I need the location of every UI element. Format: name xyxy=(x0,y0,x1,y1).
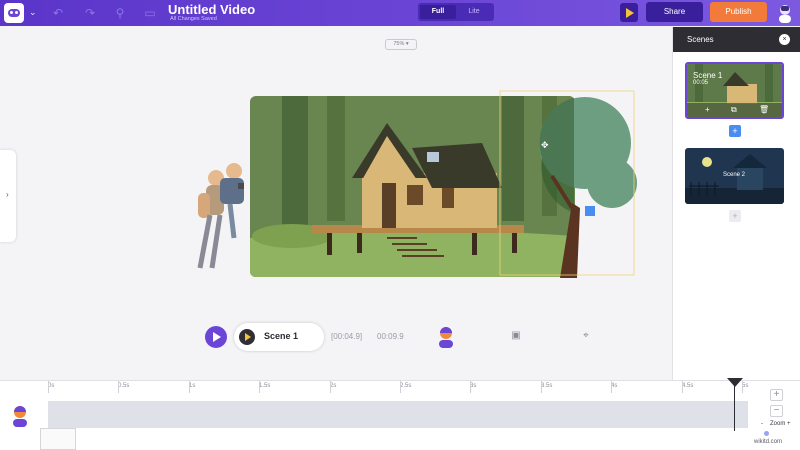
save-status: All Changes Saved xyxy=(170,16,217,22)
close-icon[interactable]: × xyxy=(779,34,790,45)
share-button[interactable]: Share xyxy=(646,2,703,22)
playhead[interactable] xyxy=(734,381,735,431)
scenes-panel: Scenes × Scene 1 00:05 + ⧉ 🗑 + Scene 2 + xyxy=(672,27,800,380)
fit-screen-icon[interactable]: ⌖ xyxy=(579,330,593,342)
scene-name: Scene 1 xyxy=(693,71,723,80)
video-title[interactable]: Untitled Video xyxy=(168,2,255,17)
element-thumbnails[interactable] xyxy=(40,428,76,450)
scene-actions: + ⧉ 🗑 xyxy=(687,103,782,117)
resize-handle xyxy=(585,206,595,216)
tick-label: 4.5s xyxy=(682,381,694,393)
tick-label: 3s xyxy=(470,381,477,393)
top-bar: ⌄ ↶ ↷ ⚲ ▭ Untitled Video All Changes Sav… xyxy=(0,0,800,26)
tick-label: 3.5s xyxy=(541,381,553,393)
timeline-ruler: 0s 0.5s 1s 1.5s 2s 2.5s 3s 3.5s 4s 4.5s … xyxy=(48,381,748,393)
mode-full-button[interactable]: Full xyxy=(420,5,456,19)
house-window xyxy=(407,185,423,205)
left-panel-toggle[interactable]: › xyxy=(0,150,16,242)
scenes-title: Scenes xyxy=(687,35,714,44)
tick-label: 4s xyxy=(611,381,618,393)
watermark: wikitd.com xyxy=(754,439,783,445)
tick-label: 1.5s xyxy=(259,381,271,393)
mode-lite-button[interactable]: Lite xyxy=(456,5,492,19)
mode-toggle: Full Lite xyxy=(418,3,494,21)
search-icon[interactable]: ⚲ xyxy=(112,5,128,21)
scene-duration: 00:05 xyxy=(693,80,709,86)
zoom-minus[interactable]: - xyxy=(761,421,763,427)
publish-button[interactable]: Publish xyxy=(710,2,767,22)
save-icon[interactable]: ▭ xyxy=(142,5,158,21)
character-group xyxy=(197,163,244,269)
trash-icon[interactable]: 🗑 xyxy=(759,105,769,114)
tick-label: 0.5s xyxy=(118,381,130,393)
character-track-icon xyxy=(13,406,27,427)
scenes-panel-header: Scenes × xyxy=(673,27,800,52)
scene-thumbnail-2[interactable]: Scene 2 xyxy=(685,148,784,204)
chevron-down-icon[interactable]: ⌄ xyxy=(29,7,37,18)
total-time: 00:09.9 xyxy=(377,332,404,341)
playhead-handle[interactable] xyxy=(727,378,743,387)
scene-selector[interactable]: Scene 1 xyxy=(234,323,324,351)
scene-name: Scene 2 xyxy=(723,172,746,178)
add-icon[interactable]: + xyxy=(705,105,710,114)
zoom-label: Zoom xyxy=(770,421,786,427)
scene-play-icon[interactable] xyxy=(239,329,255,345)
add-scene-button[interactable]: + xyxy=(729,210,741,222)
preview-play-button[interactable] xyxy=(620,3,638,22)
play-button[interactable] xyxy=(205,326,227,348)
timeline-track[interactable] xyxy=(48,401,748,428)
tree-trunk xyxy=(282,96,308,226)
scene-thumbnail-1[interactable]: Scene 1 00:05 + ⧉ 🗑 xyxy=(685,62,784,119)
tree-trunk xyxy=(502,96,524,221)
scene-canvas[interactable]: ✥ xyxy=(182,88,642,283)
zoom-plus[interactable]: + xyxy=(787,421,791,427)
house-window xyxy=(427,152,439,162)
character-icon[interactable] xyxy=(437,326,455,348)
tick-label: 2.5s xyxy=(400,381,412,393)
background-icon[interactable]: ▣ xyxy=(509,330,523,342)
zoom-in-button[interactable]: + xyxy=(770,389,783,401)
user-avatar[interactable] xyxy=(776,3,794,23)
chevron-right-icon: › xyxy=(6,190,9,199)
duplicate-icon[interactable]: ⧉ xyxy=(731,105,737,115)
tick-label: 2s xyxy=(330,381,337,393)
scene-label: Scene 1 xyxy=(264,331,299,341)
app-logo-icon[interactable] xyxy=(4,3,24,23)
zoom-select[interactable]: 75% ▾ xyxy=(385,39,417,50)
tick-label: 1s xyxy=(189,381,196,393)
undo-icon[interactable]: ↶ xyxy=(50,5,66,21)
timeline: 0s 0.5s 1s 1.5s 2s 2.5s 3s 3.5s 4s 4.5s … xyxy=(0,378,800,450)
redo-icon[interactable]: ↷ xyxy=(82,5,98,21)
zoom-out-button[interactable]: − xyxy=(770,405,783,417)
add-scene-button[interactable]: + xyxy=(729,125,741,137)
house-window xyxy=(442,188,454,208)
current-time: [00:04.9] xyxy=(331,332,363,341)
move-icon: ✥ xyxy=(541,141,549,151)
tick-label: 0s xyxy=(48,381,55,393)
zoom-slider-handle[interactable] xyxy=(764,431,769,436)
house-door xyxy=(382,183,396,228)
tree-trunk xyxy=(327,96,345,221)
